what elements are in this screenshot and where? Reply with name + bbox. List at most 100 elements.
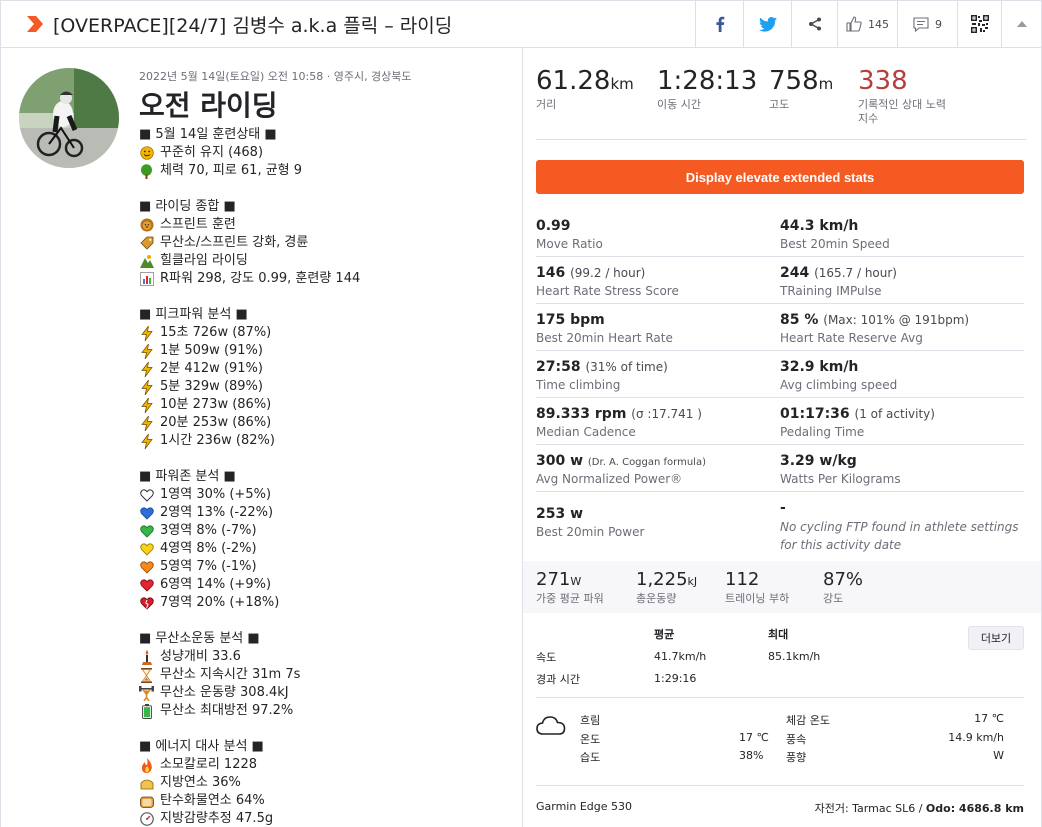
description-line: 15초 726w (87%) <box>139 324 509 342</box>
description-text: 15초 726w (87%) <box>160 325 272 340</box>
hourglass-icon <box>139 667 154 683</box>
qr-code-button[interactable] <box>957 1 1001 47</box>
description-line: 1영역 30% (+5%) <box>139 486 509 504</box>
humidity-label: 습도 <box>580 751 601 764</box>
fat-icon <box>139 776 154 791</box>
moving-time-stat: 1:28:13 이동 시간 <box>657 66 769 139</box>
description-text: 4영역 8% (-2%) <box>160 541 257 556</box>
hrss-value: 146 <box>536 265 566 281</box>
description-text: 2영역 13% (-22%) <box>160 505 274 520</box>
description-text: 지방연소 36% <box>160 775 241 790</box>
moving-time-value: 1:28:13 <box>657 66 758 96</box>
bolt-icon <box>139 325 154 341</box>
description-text: 무산소 지속시간 31m 7s <box>160 667 301 682</box>
avg-header: 평균 <box>654 628 675 641</box>
best20-power-value: 253 w <box>536 506 584 522</box>
hrr-sub: (Max: 101% @ 191bpm) <box>823 313 970 327</box>
share-button[interactable] <box>791 1 837 47</box>
extended-stats-grid: 0.99 Move Ratio 44.3 km/h Best 20min Spe… <box>536 210 1024 552</box>
comment-icon <box>913 16 929 32</box>
best20-speed-label: Best 20min Speed <box>780 237 890 251</box>
description-text: ■ 파워존 분석 ■ <box>139 469 236 484</box>
chevron-up-icon <box>1016 21 1027 27</box>
facebook-share-button[interactable] <box>695 1 743 47</box>
orange-heart-icon <box>139 560 154 575</box>
elevate-extended-stats-button[interactable]: Display elevate extended stats <box>536 160 1024 194</box>
move-ratio-value: 0.99 <box>536 218 571 234</box>
total-work-label: 총운동량 <box>636 592 677 605</box>
description-line: 소모칼로리 1228 <box>139 756 509 774</box>
facebook-icon <box>715 16 724 32</box>
share-actions: 145 9 <box>695 1 1041 47</box>
activity-title: [OVERPACE][24/7] 김병수 a.k.a 플릭 – 라이딩 <box>53 15 453 37</box>
qr-code-icon <box>970 15 989 33</box>
avg-climb-speed-label: Avg climbing speed <box>780 378 898 392</box>
stats-row: 27:58 (31% of time) Time climbing 32.9 k… <box>536 351 1024 398</box>
move-ratio-label: Move Ratio <box>536 237 603 251</box>
description-text: R파워 298, 강도 0.99, 훈련량 144 <box>160 271 361 286</box>
bolt-icon <box>139 379 154 395</box>
description-text: 성냥개비 33.6 <box>160 649 241 664</box>
weather-panel: 흐림 온도 17 ℃ 습도 38% 체감 온도 17 ℃ 풍속 14.9 km/… <box>536 710 1024 786</box>
description-line: 지방감량추정 47.5g <box>139 810 509 827</box>
activity-description: ■ 5월 14일 훈련상태 ■ 꾸준히 유지 (468) 체력 70, 피로 61,… <box>139 126 509 827</box>
description-line: 힐클라임 라이딩 <box>139 252 509 270</box>
description-line: ■ 무산소운동 분석 ■ <box>139 630 509 648</box>
best20-hr-value: 175 bpm <box>536 312 605 328</box>
np-value: 300 w <box>536 453 584 469</box>
description-line: 2영역 13% (-22%) <box>139 504 509 522</box>
intensity-label: 강도 <box>823 592 844 605</box>
green-heart-icon <box>139 524 154 539</box>
avg-climb-speed-cell: 32.9 km/h Avg climbing speed <box>780 351 1024 397</box>
description-line: 무산소 최대방전 97.2% <box>139 702 509 720</box>
description-line: 꾸준히 유지 (468) <box>139 144 509 162</box>
description-text: 무산소 운동량 308.4kJ <box>160 685 289 700</box>
more-button[interactable]: 더보기 <box>968 626 1024 650</box>
tree-icon <box>139 163 154 179</box>
intensity-stat: 87% 강도 <box>823 569 903 613</box>
athlete-avatar[interactable] <box>19 68 119 168</box>
best20-speed-cell: 44.3 km/h Best 20min Speed <box>780 210 1024 256</box>
cadence-cell: 89.333 rpm (σ :17.741 ) Median Cadence <box>536 398 780 444</box>
avg-max-table: 평균 최대 더보기 속도 41.7km/h 85.1km/h 경과 시간 1:2… <box>536 626 1024 698</box>
activity-name[interactable]: 오전 라이딩 <box>139 84 278 124</box>
bolt-icon <box>139 397 154 413</box>
best20-hr-label: Best 20min Heart Rate <box>536 331 673 345</box>
description-text: 10분 273w (86%) <box>160 397 272 412</box>
description-text: ■ 피크파워 분석 ■ <box>139 307 248 322</box>
weighted-power-unit: W <box>570 575 582 588</box>
distance-unit: km <box>610 75 634 93</box>
comments-button[interactable]: 9 <box>897 1 957 47</box>
description-line: 체력 70, 피로 61, 균형 9 <box>139 162 509 180</box>
activity-stats-panel: 61.28km 거리 1:28:13 이동 시간 758m 고도 338 기록적… <box>522 48 1042 827</box>
trimp-sub: (165.7 / hour) <box>814 266 897 280</box>
description-line: 10분 273w (86%) <box>139 396 509 414</box>
description-text: ■ 무산소운동 분석 ■ <box>139 631 260 646</box>
description-text: 스프린트 훈련 <box>160 217 236 232</box>
smile-icon <box>139 146 154 161</box>
weighted-power-stat: 271W 가중 평균 파워 <box>536 569 636 613</box>
wind-speed-label: 풍속 <box>786 733 807 746</box>
ftp-cell: - No cycling FTP found in athlete settin… <box>780 492 1024 552</box>
activity-header: [OVERPACE][24/7] 김병수 a.k.a 플릭 – 라이딩 145 … <box>0 0 1042 48</box>
description-line: ■ 5월 14일 훈련상태 ■ <box>139 126 509 144</box>
kudos-button[interactable]: 145 <box>837 1 897 47</box>
twitter-share-button[interactable] <box>743 1 791 47</box>
description-line: 성냥개비 33.6 <box>139 648 509 666</box>
feels-like-label: 체감 온도 <box>786 714 830 727</box>
description-text: ■ 에너지 대사 분석 ■ <box>139 739 264 754</box>
speed-row-label: 속도 <box>536 651 557 664</box>
distance-stat: 61.28km 거리 <box>536 66 657 139</box>
relative-effort-stat[interactable]: 338 기록적인 상대 노력 지수 <box>858 66 953 139</box>
description-line: 3영역 8% (-7%) <box>139 522 509 540</box>
description-text: 5분 329w (89%) <box>160 379 263 394</box>
collapse-button[interactable] <box>1001 1 1041 47</box>
stats-row: 146 (99.2 / hour) Heart Rate Stress Scor… <box>536 257 1024 304</box>
elevation-label: 고도 <box>769 98 790 111</box>
relative-effort-label: 기록적인 상대 노력 지수 <box>858 98 946 125</box>
distance-value: 61.28 <box>536 66 611 96</box>
share-icon <box>808 17 821 31</box>
cloud-icon <box>536 716 566 735</box>
